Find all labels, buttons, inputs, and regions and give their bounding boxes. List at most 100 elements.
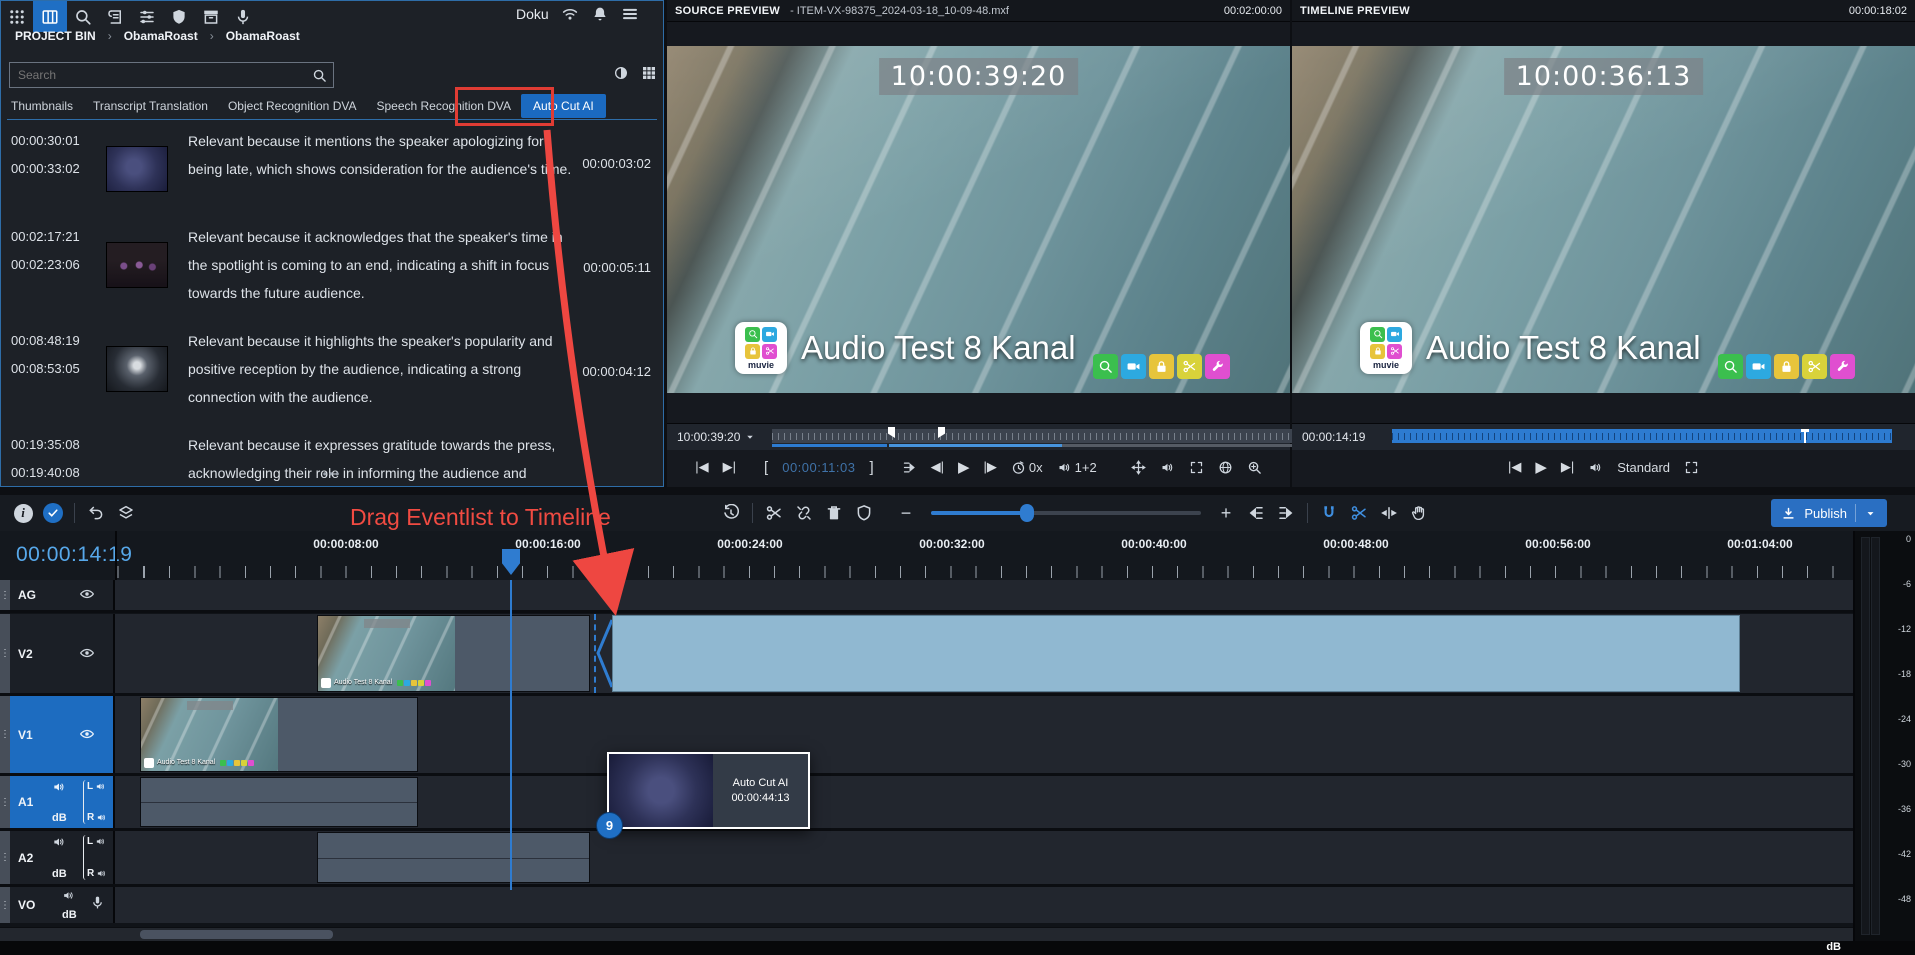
hand-tool-button[interactable] xyxy=(1404,498,1434,528)
layers-button[interactable] xyxy=(111,498,141,528)
panel-resize-handle[interactable]: ••• xyxy=(323,467,342,481)
sort-order-icon[interactable] xyxy=(613,65,629,81)
marker-flag-button[interactable] xyxy=(849,498,879,528)
prev-frame-button[interactable]: ◀| xyxy=(931,459,944,475)
transcript-icon[interactable] xyxy=(99,1,131,32)
jog-shuttle-button[interactable] xyxy=(1131,460,1146,475)
db-label[interactable]: dB xyxy=(62,909,77,921)
undo-button[interactable] xyxy=(81,498,111,528)
timeline-hscrollbar[interactable] xyxy=(0,927,1855,941)
archive-icon[interactable] xyxy=(195,1,227,32)
speaker-icon[interactable] xyxy=(62,889,75,902)
fullscreen-button[interactable] xyxy=(1684,460,1699,475)
settings-sliders-icon[interactable] xyxy=(131,1,163,32)
zoom-in-button[interactable] xyxy=(1247,460,1262,475)
track-grip-handle[interactable]: ⋮ xyxy=(0,580,10,610)
clip-a1-audio[interactable] xyxy=(140,777,418,827)
tab-transcript-translation[interactable]: Transcript Translation xyxy=(83,93,218,119)
history-button[interactable] xyxy=(716,498,746,528)
timeline-current-tc[interactable]: 00:00:14:19 xyxy=(1302,430,1365,444)
apps-grid-icon[interactable] xyxy=(1,1,33,32)
track-v2-content[interactable]: Audio Test 8 Kanal xyxy=(115,614,1855,693)
breadcrumb-project[interactable]: ObamaRoast xyxy=(124,29,198,43)
speaker-icon[interactable] xyxy=(52,780,66,794)
track-a2-content[interactable] xyxy=(115,831,1855,884)
tab-thumbnails[interactable]: Thumbnails xyxy=(1,93,83,119)
track-a2[interactable]: ⋮ A2 dB L R xyxy=(0,831,1855,887)
speed-button[interactable]: 0x xyxy=(1011,460,1043,475)
razor-button[interactable] xyxy=(1344,498,1374,528)
loop-button[interactable] xyxy=(902,460,917,475)
event-row[interactable]: 00:00:30:0100:00:33:02 Relevant because … xyxy=(7,120,657,216)
workspace-label[interactable]: Doku xyxy=(516,6,549,22)
clip-v1-beach[interactable]: Audio Test 8 Kanal xyxy=(140,697,418,772)
clip-v2-beach[interactable]: Audio Test 8 Kanal xyxy=(317,615,590,692)
db-label[interactable]: dB xyxy=(52,868,67,880)
eye-icon[interactable] xyxy=(79,645,95,661)
quality-mode-button[interactable]: Standard xyxy=(1617,460,1670,475)
proxy-button[interactable] xyxy=(1218,460,1233,475)
cut-button[interactable] xyxy=(759,498,789,528)
source-current-tc[interactable]: 10:00:39:20 xyxy=(677,430,740,444)
speaker-icon[interactable] xyxy=(96,868,107,879)
clip-v2-autocut-new[interactable] xyxy=(612,615,1740,692)
track-grip-handle[interactable]: ⋮ xyxy=(0,776,10,828)
track-vo[interactable]: ⋮ VO dB xyxy=(0,887,1855,923)
timeline-ruler[interactable]: 00:00:14:19 00:00:08:00 00:00:16:00 00:0… xyxy=(0,531,1855,582)
mark-in-handle[interactable] xyxy=(888,427,895,438)
clip-tail[interactable] xyxy=(455,616,589,691)
grid-view-icon[interactable] xyxy=(641,65,657,81)
goto-start-button[interactable]: |◀ xyxy=(1508,459,1521,475)
track-v1[interactable]: Audio Test 8 Kanal ⋮ V1 xyxy=(0,696,1855,776)
chevron-down-icon[interactable] xyxy=(744,431,756,443)
zoom-in-button[interactable]: + xyxy=(1211,498,1241,528)
publish-dropdown-caret[interactable] xyxy=(1855,504,1877,522)
track-vo-header[interactable]: ⋮ VO dB xyxy=(0,887,115,923)
track-grip-handle[interactable]: ⋮ xyxy=(0,831,10,884)
search-icon[interactable] xyxy=(67,1,99,32)
audio-follow-button[interactable] xyxy=(1160,460,1175,475)
timeline-zoom-slider[interactable] xyxy=(931,511,1201,515)
clip-tail[interactable] xyxy=(278,698,417,771)
snap-magnet-button[interactable] xyxy=(1314,498,1344,528)
track-grip-handle[interactable]: ⋮ xyxy=(0,696,10,773)
event-thumbnail[interactable] xyxy=(106,146,168,192)
play-button[interactable]: ▶ xyxy=(1535,458,1547,476)
track-grip-handle[interactable]: ⋮ xyxy=(0,614,10,693)
track-v2[interactable]: Audio Test 8 Kanal ⋮ V2 xyxy=(0,614,1855,696)
bin-view-icon[interactable] xyxy=(33,1,67,32)
search-input[interactable] xyxy=(16,67,312,83)
scrollbar-thumb[interactable] xyxy=(140,930,333,939)
timeline-video-frame[interactable]: 10:00:36:13 muvie Audio Test 8 Kanal xyxy=(1292,46,1915,393)
mark-out-button[interactable]: ] xyxy=(869,459,873,476)
hamburger-menu-icon[interactable] xyxy=(621,5,639,23)
track-ag-header[interactable]: ⋮ AG xyxy=(0,580,115,610)
track-ag-content[interactable] xyxy=(115,580,1855,610)
mark-in-button[interactable]: [ xyxy=(764,459,768,476)
audio-channels-button[interactable]: 1+2 xyxy=(1057,460,1097,475)
speaker-icon[interactable] xyxy=(95,781,106,792)
track-a1-content[interactable] xyxy=(115,776,1855,828)
tab-object-recognition[interactable]: Object Recognition DVA xyxy=(218,93,367,119)
wifi-icon[interactable] xyxy=(561,5,579,23)
speaker-icon[interactable] xyxy=(96,812,107,823)
breadcrumb-root[interactable]: PROJECT BIN xyxy=(15,29,96,43)
track-a1-header[interactable]: ⋮ A1 dB L R xyxy=(0,776,115,828)
insert-left-button[interactable] xyxy=(1241,498,1271,528)
event-row[interactable]: 00:02:17:2100:02:23:06 Relevant because … xyxy=(7,216,657,320)
goto-in-button[interactable]: |◀ xyxy=(695,459,708,475)
microphone-icon[interactable] xyxy=(227,1,259,32)
play-button[interactable]: ▶ xyxy=(958,458,970,476)
insert-right-button[interactable] xyxy=(1271,498,1301,528)
source-scrub-bar[interactable] xyxy=(772,429,1297,443)
track-a2-header[interactable]: ⋮ A2 dB L R xyxy=(0,831,115,884)
eye-icon[interactable] xyxy=(79,586,95,602)
publish-button[interactable]: Publish xyxy=(1771,499,1887,527)
clip-a2-audio[interactable] xyxy=(317,832,590,883)
event-row[interactable]: 00:08:48:1900:08:53:05 Relevant because … xyxy=(7,320,657,424)
delete-button[interactable] xyxy=(819,498,849,528)
track-v2-header[interactable]: ⋮ V2 xyxy=(0,614,115,693)
marked-duration-tc[interactable]: 00:00:11:03 xyxy=(782,460,855,475)
track-a1[interactable]: ⋮ A1 dB L R xyxy=(0,776,1855,831)
track-ag[interactable]: ⋮ AG xyxy=(0,580,1855,613)
